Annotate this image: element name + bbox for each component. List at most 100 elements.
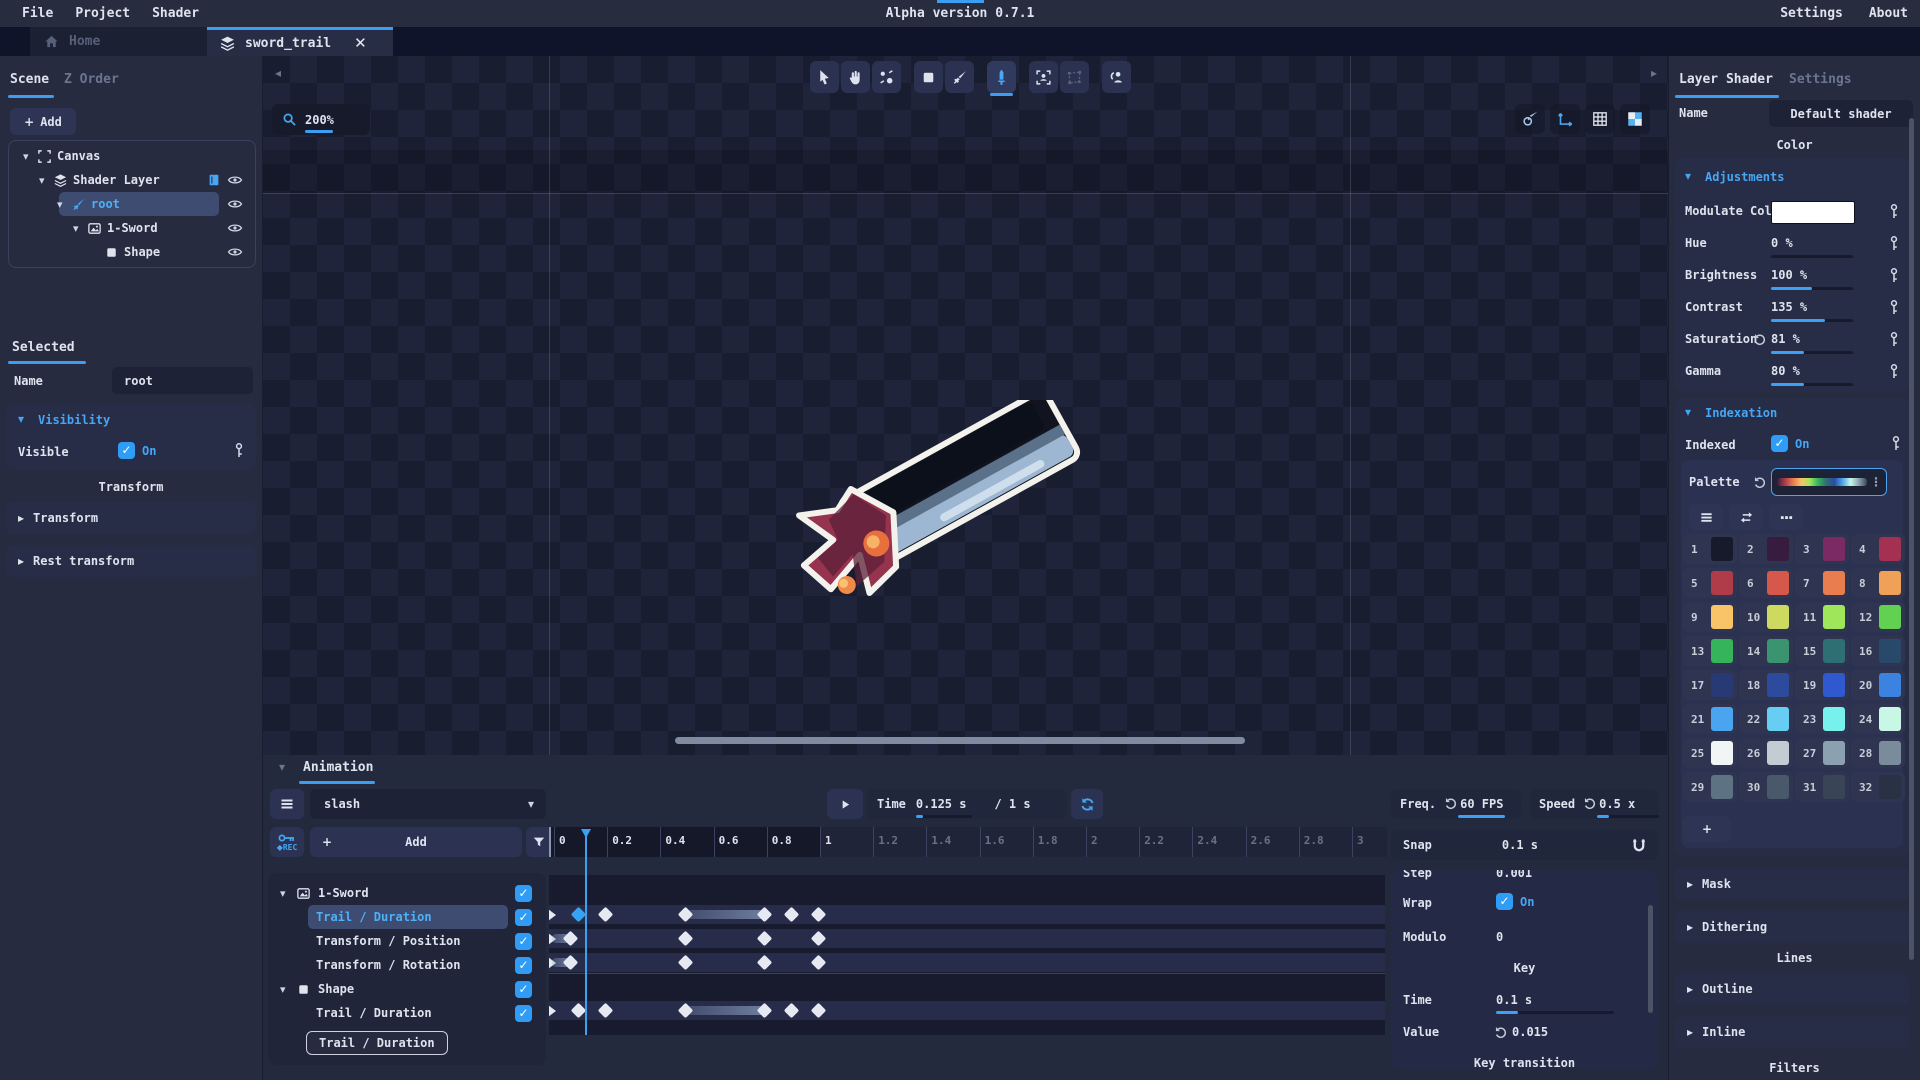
adjustment-value[interactable]: 135 % [1771,300,1807,314]
track-group-row[interactable]: ▾1-Sword✓ [272,881,542,905]
keyframe-icon[interactable] [1889,267,1899,284]
track-enabled-checkbox[interactable]: ✓ [515,885,532,902]
snap-field[interactable]: Snap 0.1 s [1391,830,1658,860]
palette-cell[interactable]: 23 [1795,704,1849,734]
keyframe[interactable] [597,1003,613,1019]
palette-cell[interactable]: 14 [1739,636,1793,666]
menu-item[interactable]: Settings [1780,6,1843,21]
playhead[interactable] [585,829,587,1035]
tool-button[interactable] [872,61,901,93]
reset-icon[interactable] [1494,1026,1508,1040]
tab-scene[interactable]: Scene [10,72,49,87]
palette-add-button[interactable]: + [1683,816,1731,842]
journal-icon[interactable] [207,173,221,187]
keyframe[interactable] [784,907,800,923]
palette-cell[interactable]: 20 [1851,670,1905,700]
collapsed-panel[interactable]: ▸ Mask [1675,868,1909,900]
keyframe-span[interactable] [685,910,765,919]
play-button[interactable] [827,789,863,819]
magnet-icon[interactable] [1632,838,1646,853]
keyframe-icon[interactable] [1889,299,1899,316]
keyframe[interactable] [810,955,826,971]
tab-z-order[interactable]: Z Order [64,72,119,87]
eye-icon[interactable] [227,198,243,210]
keyframe-lane[interactable] [549,1001,1385,1020]
keyframe[interactable] [810,1003,826,1019]
tab-document[interactable]: sword_trail ✕ [207,27,393,56]
adjustment-slider[interactable] [1771,351,1853,354]
indexed-toggle[interactable]: ✓ On [1771,435,1809,452]
keyframe[interactable] [810,931,826,947]
tool-button[interactable] [914,61,943,93]
view-option-button[interactable] [1550,104,1580,134]
tree-row[interactable]: ▾Shader Layer [13,168,251,192]
palette-cell[interactable]: 17 [1683,670,1737,700]
horizontal-scrollbar[interactable] [675,737,1245,744]
keyframe[interactable] [677,931,693,947]
eye-icon[interactable] [227,174,243,186]
panel-scrollbar[interactable] [1909,118,1914,960]
tool-button[interactable] [1060,61,1089,93]
palette-swap-button[interactable] [1729,504,1763,530]
palette-cell[interactable]: 5 [1683,568,1737,598]
track-enabled-checkbox[interactable]: ✓ [515,933,532,950]
track-row[interactable]: Trail / Duration✓ [272,1001,542,1025]
dragged-track-label[interactable]: Trail / Duration [306,1031,448,1055]
view-option-button[interactable] [1585,104,1615,134]
menu-item[interactable]: About [1869,6,1908,21]
playhead-handle[interactable] [581,829,591,838]
adjustment-slider[interactable] [1771,319,1853,322]
collapsed-panel[interactable]: ▸ Transform [6,502,256,534]
collapsed-panel[interactable]: ▸ Dithering [1675,911,1909,943]
tree-row[interactable]: ▾1-Sword [13,216,251,240]
keyframe[interactable] [784,1003,800,1019]
menu-item[interactable]: Shader [152,6,199,21]
modulo-value[interactable]: 0 [1496,930,1503,944]
adjustment-value[interactable]: 0 % [1771,236,1793,250]
keyframe-icon[interactable] [1891,435,1901,452]
record-keys-button[interactable]: ◆REC [270,827,304,857]
palette-cell[interactable]: 18 [1739,670,1793,700]
track-group-row[interactable]: ▾Shape✓ [272,977,542,1001]
time-field[interactable]: Time 0.125 s / 1 s [867,789,1067,819]
indexation-header[interactable]: Indexation [1705,406,1777,420]
keyframe-icon[interactable] [1889,363,1899,380]
palette-cell[interactable]: 6 [1739,568,1793,598]
palette-dots-button[interactable] [1769,504,1803,530]
kebab-menu-icon[interactable]: ⋮ [1870,475,1882,489]
track-enabled-checkbox[interactable]: ✓ [515,1005,532,1022]
keyframe-lanes[interactable] [549,875,1385,1035]
tool-button[interactable] [945,61,974,93]
menu-item[interactable]: Project [75,6,130,21]
props-scrollbar[interactable] [1648,905,1653,1013]
palette-cell[interactable]: 32 [1851,772,1905,802]
palette-cell[interactable]: 16 [1851,636,1905,666]
view-option-button[interactable] [1515,104,1545,134]
animation-select[interactable]: slash ▾ [310,789,546,819]
view-option-button[interactable] [1620,104,1650,134]
palette-cell[interactable]: 25 [1683,738,1737,768]
palette-cell[interactable]: 2 [1739,534,1793,564]
collapsed-panel[interactable]: ▸ Inline [1675,1016,1909,1048]
add-track-button[interactable]: + Add [310,827,522,857]
eye-icon[interactable] [227,222,243,234]
track-row[interactable]: Transform / Rotation✓ [272,953,542,977]
palette-cell[interactable]: 28 [1851,738,1905,768]
keyframe-lane[interactable] [549,929,1385,948]
visibility-header[interactable]: Visibility [38,413,110,427]
viewport-canvas[interactable]: ◂ ▸ [263,56,1668,755]
step-value[interactable]: 0.001 [1496,870,1532,880]
tool-button[interactable] [810,61,839,93]
key-time-value[interactable]: 0.1 s [1496,993,1532,1007]
palette-cell[interactable]: 29 [1683,772,1737,802]
adjustment-value[interactable]: 81 % [1771,332,1800,346]
keyframe-lane[interactable] [549,905,1385,924]
adjustment-value[interactable]: 80 % [1771,364,1800,378]
keyframe-icon[interactable] [1889,203,1899,220]
keyframe-icon[interactable] [234,442,244,459]
timeline-ruler[interactable]: 00.20.40.60.811.21.41.61.822.22.42.62.83 [549,827,1387,857]
track-row[interactable]: Trail / Duration✓ [272,905,542,929]
chevron-down-icon[interactable]: ▾ [73,222,79,235]
chevron-down-icon[interactable]: ▾ [39,174,45,187]
time-value[interactable]: 0.125 s [916,797,967,811]
